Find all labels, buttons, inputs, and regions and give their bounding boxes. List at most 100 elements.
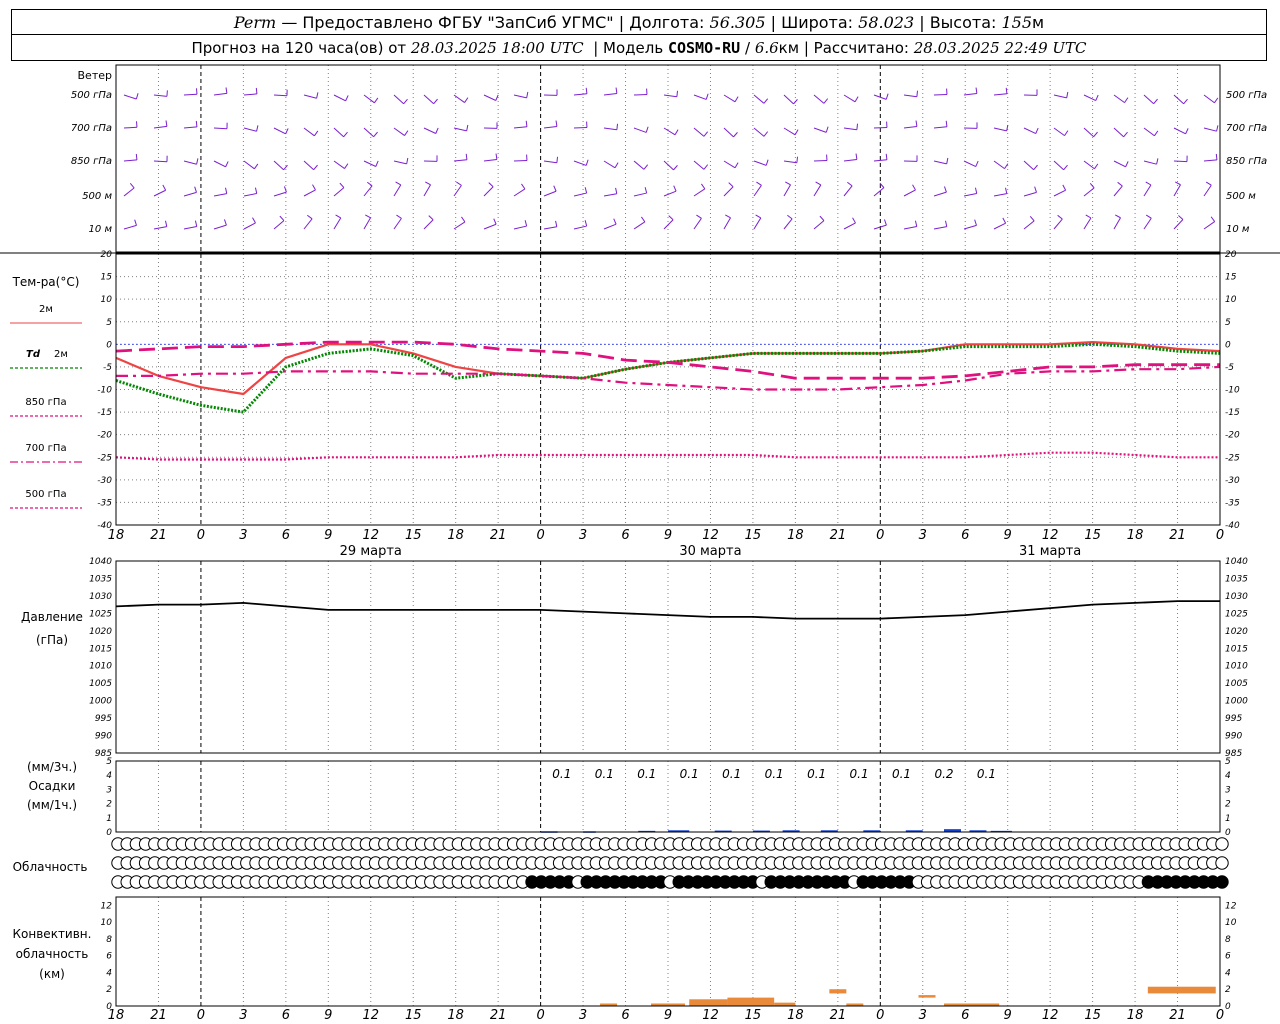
wind-barb-icon [633,192,647,197]
legend-label-td2m: Td [26,349,41,360]
wind-barb-flag-icon [307,214,313,220]
day-label: 29 марта [340,544,402,559]
wind-barb-flag-icon [1006,124,1009,131]
wind-barb-icon [933,191,947,197]
wind-barb-flag-icon [1178,215,1184,220]
y-tick-label-right: 1005 [1225,679,1248,689]
wind-barb-icon [1143,160,1157,165]
wind-barb-flag-icon [855,153,858,160]
wind-barb-flag-icon [343,131,348,138]
y-tick-label-right: -20 [1225,431,1240,441]
convective-title: Конвективн. [13,927,92,941]
cloudiness-panel: Облачность [13,837,1229,889]
wind-barb-flag-icon [225,87,228,94]
wind-barb-icon [183,191,197,197]
wind-barb-flag-icon [1145,214,1152,219]
y-tick-label-right: 1040 [1225,557,1248,567]
wind-barb-icon [693,127,705,137]
y-tick-label-right: 1 [1225,814,1231,824]
wind-barb-icon [543,125,557,129]
wind-barb-flag-icon [819,215,825,221]
wind-barb-flag-icon [466,124,469,131]
wind-barb-icon [1083,217,1092,230]
y-tick-label-left: 990 [95,732,112,742]
time-tick-label: 9 [1004,528,1012,543]
y-tick-label-right: 4 [1225,771,1231,781]
wind-barb-icon [573,192,587,197]
wind-barb-flag-icon [705,93,709,100]
wind-barb-flag-icon [279,215,285,221]
y-tick-label-right: 0 [1225,1002,1231,1012]
wind-barb-icon [813,127,827,133]
wind-level-label-right: 500 гПа [1226,90,1267,101]
wind-barb-icon [843,222,856,230]
time-tick-label: 12 [1042,1008,1059,1023]
wind-barb-icon [483,158,497,162]
pressure-unit: (гПа) [36,633,68,647]
time-tick-label: 21 [830,1008,847,1023]
cloudiness-title: Облачность [13,860,88,874]
wind-barb-flag-icon [339,182,345,188]
y-tick-label-right: -15 [1225,408,1240,418]
wind-barb-flag-icon [1085,214,1092,219]
wind-barb-flag-icon [847,181,853,187]
time-tick-label: 9 [1004,1008,1012,1023]
wind-barb-flag-icon [644,187,648,194]
time-tick-label: 21 [830,528,847,543]
wind-barb-icon [183,126,197,129]
time-tick-label: 0 [876,528,884,543]
wind-barb-flag-icon [555,120,558,127]
wind-barb-icon [183,160,197,165]
wind-barb-icon [393,127,405,136]
legend-label-t850: 850 гПа [25,397,66,408]
wind-barb-flag-icon [312,184,316,191]
y-tick-label-left: -40 [97,521,112,531]
wind-barb-flag-icon [194,186,197,193]
time-tick-label: 21 [150,1008,167,1023]
wind-barb-flag-icon [1183,98,1188,105]
wind-barb-icon [933,226,947,230]
y-tick-label-left: 3 [106,785,112,795]
alt-unit: м [1032,12,1045,32]
wind-barb-flag-icon [945,220,948,227]
wind-barb-icon [453,159,467,162]
wind-barb-icon [423,219,434,230]
wind-barb-icon [603,92,617,96]
wind-barb-icon [573,93,587,96]
time-tick-label: 21 [1169,528,1186,543]
computed-time: 28.03.2025 22:49 UTC [913,38,1087,57]
wind-barb-icon [603,223,617,230]
wind-barb-flag-icon [196,158,199,165]
wind-barb-flag-icon [1005,187,1008,194]
wind-barb-icon [273,94,288,97]
wind-barb-flag-icon [165,220,168,227]
wind-barb-flag-icon [585,87,588,94]
time-tick-label: 18 [447,1008,464,1023]
time-tick-label: 12 [362,528,379,543]
convective-bar [1147,986,1216,994]
wind-barb-icon [213,127,228,130]
wind-barb-flag-icon [884,219,887,226]
lat-label: Широта: [781,12,854,32]
wind-barb-flag-icon [1214,97,1219,104]
wind-barb-flag-icon [616,123,619,130]
wind-barb-flag-icon [615,187,618,194]
wind-barb-icon [273,160,284,171]
y-tick-label-left: 10 [101,295,113,305]
time-tick-label: 18 [1127,1008,1144,1023]
wind-barb-icon [483,223,497,230]
wind-level-label-right: 500 м [1226,191,1256,202]
wind-barb-icon [1053,160,1064,171]
wind-barb-icon [693,94,707,100]
wind-barb-icon [1113,217,1121,230]
forecast-label: Прогноз на 120 часа(ов) от [191,38,407,57]
y-tick-label-left: 1 [106,814,112,824]
wind-barb-flag-icon [584,220,588,227]
wind-barb-flag-icon [521,183,526,190]
computed-label: Рассчитано: [813,38,909,57]
wind-barb-flag-icon [526,91,529,98]
wind-barb-icon [153,189,166,197]
time-tick-label: 15 [745,1008,762,1023]
wind-barb-flag-icon [135,93,139,100]
precip-title-1h: (мм/1ч.) [27,798,77,812]
